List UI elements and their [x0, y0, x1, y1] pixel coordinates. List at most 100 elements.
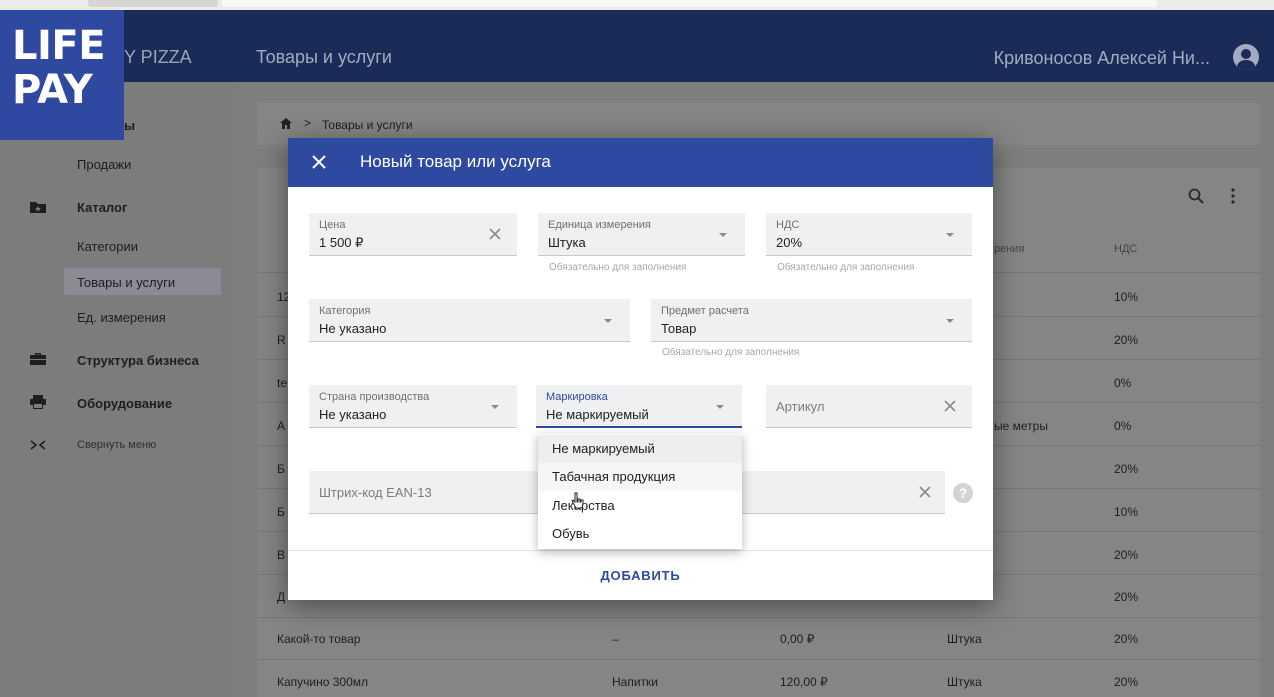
table-row-unit: ые метры	[994, 419, 1048, 433]
chevron-down-icon	[946, 319, 954, 323]
unit-label: Единица измерения	[548, 219, 651, 231]
printer-icon	[30, 395, 46, 409]
table-row-vat: 10%	[1114, 290, 1139, 304]
subject-select[interactable]: Предмет расчета Товар	[651, 299, 972, 342]
chevron-down-icon	[946, 233, 954, 237]
brand-logo[interactable]: LIFE PAY	[0, 10, 124, 140]
close-icon[interactable]	[312, 155, 326, 169]
dialog-title: Новый товар или услуга	[360, 152, 551, 171]
table-row-vat: 20%	[1114, 548, 1139, 562]
cursor-icon	[571, 492, 584, 509]
app-name: Y PIZZA	[124, 47, 192, 67]
sidebar-item-catalog[interactable]: Каталог	[77, 200, 127, 215]
subject-label: Предмет расчета	[661, 305, 749, 317]
barcode-placeholder: Штрих-код EAN-13	[319, 485, 432, 500]
price-label: Цена	[319, 219, 346, 231]
row-divider	[257, 659, 1260, 660]
column-header-unit[interactable]: рения	[994, 243, 1024, 255]
sidebar-item-products[interactable]: Товары и услуги	[77, 275, 175, 290]
article-input[interactable]: Артикул	[766, 385, 972, 428]
table-row-unit: Штука	[947, 675, 982, 689]
home-icon[interactable]	[280, 118, 292, 129]
more-vertical-icon[interactable]	[1230, 188, 1236, 204]
table-row-name[interactable]: Какой-то товар	[277, 632, 360, 646]
table-row-vat: 10%	[1114, 505, 1139, 519]
sidebar-item-equipment[interactable]: Оборудование	[77, 396, 172, 411]
marking-dropdown-menu: Не маркируемый Табачная продукция Лекарс…	[538, 434, 742, 549]
vat-value: 20%	[776, 235, 803, 250]
sidebar	[0, 82, 236, 697]
marking-label: Маркировка	[546, 391, 608, 403]
user-name[interactable]: Кривоносов Алексей Ни...	[994, 48, 1210, 69]
table-row-name[interactable]: te	[277, 376, 287, 390]
table-row-vat: 20%	[1114, 632, 1139, 646]
country-select[interactable]: Страна производства Не указано	[309, 385, 517, 428]
table-row-name[interactable]: Б	[277, 505, 285, 519]
chevron-down-icon	[719, 233, 727, 237]
browser-tab-strip	[0, 0, 1274, 10]
table-row-vat: 20%	[1114, 590, 1139, 604]
table-row-name[interactable]: R	[277, 333, 286, 347]
dialog-footer-divider	[288, 550, 993, 551]
sidebar-item-sales[interactable]: Продажи	[77, 157, 131, 172]
unit-value: Штука	[548, 235, 586, 250]
table-row-vat: 0%	[1114, 376, 1132, 390]
clear-icon[interactable]	[944, 400, 956, 412]
vat-hint: Обязательно для заполнения	[777, 262, 915, 273]
chevron-down-icon	[491, 405, 499, 409]
collapse-icon[interactable]	[29, 438, 47, 452]
table-row-unit: Штука	[947, 632, 982, 646]
help-icon[interactable]: ?	[953, 483, 973, 503]
user-avatar-icon[interactable]	[1233, 44, 1259, 70]
sidebar-item-business-structure[interactable]: Структура бизнеса	[77, 353, 199, 368]
page-title: Товары и услуги	[256, 47, 392, 67]
marking-option-shoes[interactable]: Обувь	[538, 520, 742, 548]
briefcase-icon	[30, 353, 46, 365]
table-row-name[interactable]: Б	[277, 462, 285, 476]
table-row-category: –	[612, 632, 619, 646]
table-row-vat: 20%	[1114, 333, 1139, 347]
clear-icon[interactable]	[919, 486, 931, 498]
marking-option-none[interactable]: Не маркируемый	[538, 435, 742, 463]
marking-value: Не маркируемый	[546, 407, 649, 422]
search-icon[interactable]	[1188, 188, 1204, 204]
unit-hint: Обязательно для заполнения	[549, 262, 687, 273]
clear-icon[interactable]	[489, 228, 501, 240]
table-row-category: Напитки	[612, 675, 658, 689]
country-label: Страна производства	[319, 391, 430, 403]
price-value: 1 500 ₽	[319, 235, 364, 250]
sidebar-item-categories[interactable]: Категории	[77, 239, 138, 254]
chevron-down-icon	[716, 405, 724, 409]
table-row-vat: 20%	[1114, 462, 1139, 476]
sidebar-collapse-menu[interactable]: Свернуть меню	[77, 439, 156, 451]
table-row-name[interactable]: В	[277, 548, 285, 562]
browser-address-bar[interactable]	[222, 0, 1157, 7]
add-button[interactable]: ДОБАВИТЬ	[288, 552, 993, 600]
table-row-name[interactable]: Капучино 300мл	[277, 675, 368, 689]
sidebar-item-partial[interactable]: ы	[124, 118, 135, 133]
category-select[interactable]: Категория Не указано	[309, 299, 630, 342]
column-header-vat[interactable]: НДС	[1114, 243, 1137, 255]
brand-logo-line1: LIFE	[12, 23, 106, 69]
price-field[interactable]: Цена 1 500 ₽	[309, 213, 517, 256]
breadcrumb-current: Товары и услуги	[322, 118, 413, 132]
dialog-header: Новый товар или услуга	[288, 138, 993, 187]
marking-select[interactable]: Маркировка Не маркируемый	[536, 385, 742, 428]
row-divider	[257, 617, 1260, 618]
browser-tab[interactable]	[88, 0, 218, 7]
vat-select[interactable]: НДС 20%	[766, 213, 972, 256]
unit-select[interactable]: Единица измерения Штука	[538, 213, 745, 256]
country-value: Не указано	[319, 407, 387, 422]
vat-label: НДС	[776, 219, 800, 231]
top-app-bar	[0, 10, 1274, 82]
brand-logo-line2: PAY	[12, 67, 93, 113]
table-row-name[interactable]: А	[277, 419, 285, 433]
sidebar-item-units[interactable]: Ед. измерения	[77, 310, 166, 325]
subject-value: Товар	[661, 321, 697, 336]
table-row-name[interactable]: Д	[277, 590, 285, 604]
marking-option-tobacco[interactable]: Табачная продукция	[538, 463, 742, 491]
subject-hint: Обязательно для заполнения	[662, 347, 800, 358]
marking-option-medicine[interactable]: Лекарства	[538, 492, 742, 520]
category-value: Не указано	[319, 321, 387, 336]
article-placeholder: Артикул	[776, 399, 825, 414]
